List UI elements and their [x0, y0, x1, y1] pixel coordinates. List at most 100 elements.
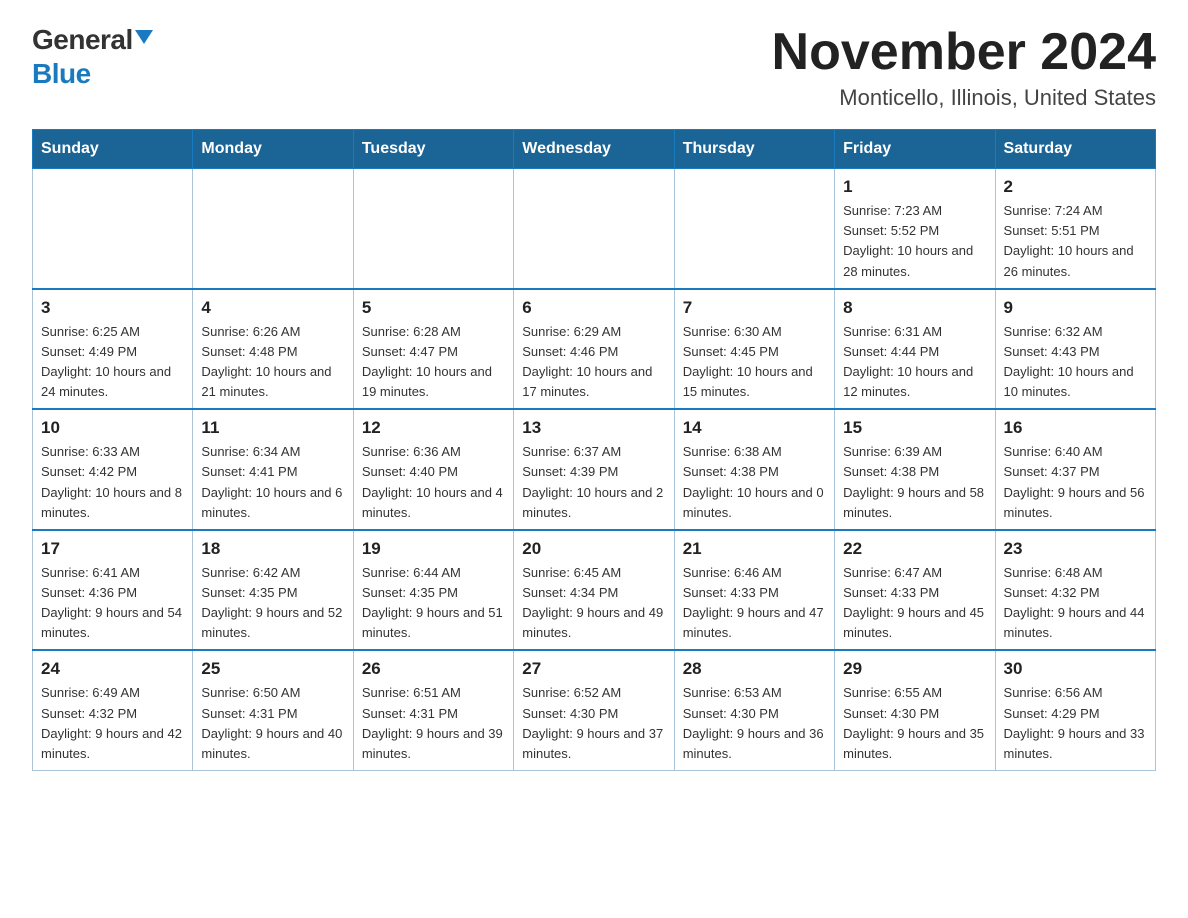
day-info: Sunrise: 6:41 AMSunset: 4:36 PMDaylight:… [41, 563, 184, 644]
day-number: 23 [1004, 539, 1147, 559]
day-number: 9 [1004, 298, 1147, 318]
day-info: Sunrise: 6:44 AMSunset: 4:35 PMDaylight:… [362, 563, 505, 644]
day-number: 22 [843, 539, 986, 559]
table-row: 21 Sunrise: 6:46 AMSunset: 4:33 PMDayligh… [674, 530, 834, 651]
day-number: 1 [843, 177, 986, 197]
day-info: Sunrise: 6:26 AMSunset: 4:48 PMDaylight:… [201, 322, 344, 403]
day-info: Sunrise: 6:55 AMSunset: 4:30 PMDaylight:… [843, 683, 986, 764]
day-info: Sunrise: 6:33 AMSunset: 4:42 PMDaylight:… [41, 442, 184, 523]
table-row: 13Sunrise: 6:37 AMSunset: 4:39 PMDayligh… [514, 409, 674, 530]
day-number: 8 [843, 298, 986, 318]
logo-triangle-icon [135, 30, 153, 44]
table-row: 8 Sunrise: 6:31 AMSunset: 4:44 PMDaylight… [835, 289, 995, 410]
table-row: 19 Sunrise: 6:44 AMSunset: 4:35 PMDayligh… [353, 530, 513, 651]
day-number: 26 [362, 659, 505, 679]
day-number: 2 [1004, 177, 1147, 197]
day-info: Sunrise: 6:31 AMSunset: 4:44 PMDaylight:… [843, 322, 986, 403]
col-thursday: Thursday [674, 130, 834, 169]
table-row: 17 Sunrise: 6:41 AMSunset: 4:36 PMDayligh… [33, 530, 193, 651]
table-row: 20 Sunrise: 6:45 AMSunset: 4:34 PMDayligh… [514, 530, 674, 651]
table-row: 4 Sunrise: 6:26 AMSunset: 4:48 PMDaylight… [193, 289, 353, 410]
logo: General Blue [32, 24, 153, 90]
table-row: 29 Sunrise: 6:55 AMSunset: 4:30 PMDayligh… [835, 650, 995, 770]
day-info: Sunrise: 6:45 AMSunset: 4:34 PMDaylight:… [522, 563, 665, 644]
table-row: 1 Sunrise: 7:23 AMSunset: 5:52 PMDaylight… [835, 169, 995, 289]
location-title: Monticello, Illinois, United States [772, 85, 1156, 111]
day-number: 21 [683, 539, 826, 559]
day-info: Sunrise: 6:53 AMSunset: 4:30 PMDaylight:… [683, 683, 826, 764]
table-row: 6Sunrise: 6:29 AMSunset: 4:46 PMDaylight… [514, 289, 674, 410]
day-number: 10 [41, 418, 184, 438]
table-row: 5Sunrise: 6:28 AMSunset: 4:47 PMDaylight… [353, 289, 513, 410]
table-row: 11 Sunrise: 6:34 AMSunset: 4:41 PMDayligh… [193, 409, 353, 530]
col-saturday: Saturday [995, 130, 1155, 169]
day-info: Sunrise: 6:30 AMSunset: 4:45 PMDaylight:… [683, 322, 826, 403]
logo-blue: Blue [32, 58, 91, 89]
table-row [514, 169, 674, 289]
day-info: Sunrise: 6:32 AMSunset: 4:43 PMDaylight:… [1004, 322, 1147, 403]
day-info: Sunrise: 6:38 AMSunset: 4:38 PMDaylight:… [683, 442, 826, 523]
month-title: November 2024 [772, 24, 1156, 81]
day-info: Sunrise: 6:36 AMSunset: 4:40 PMDaylight:… [362, 442, 505, 523]
day-number: 11 [201, 418, 344, 438]
table-row: 26 Sunrise: 6:51 AMSunset: 4:31 PMDayligh… [353, 650, 513, 770]
col-wednesday: Wednesday [514, 130, 674, 169]
table-row [353, 169, 513, 289]
logo-general: General [32, 24, 133, 56]
calendar-header-row: Sunday Monday Tuesday Wednesday Thursday… [33, 130, 1156, 169]
table-row: 3Sunrise: 6:25 AMSunset: 4:49 PMDaylight… [33, 289, 193, 410]
day-info: Sunrise: 6:40 AMSunset: 4:37 PMDaylight:… [1004, 442, 1147, 523]
table-row: 2 Sunrise: 7:24 AMSunset: 5:51 PMDaylight… [995, 169, 1155, 289]
table-row: 22Sunrise: 6:47 AMSunset: 4:33 PMDayligh… [835, 530, 995, 651]
day-info: Sunrise: 7:24 AMSunset: 5:51 PMDaylight:… [1004, 201, 1147, 282]
table-row: 25 Sunrise: 6:50 AMSunset: 4:31 PMDayligh… [193, 650, 353, 770]
table-row: 23 Sunrise: 6:48 AMSunset: 4:32 PMDayligh… [995, 530, 1155, 651]
day-number: 3 [41, 298, 184, 318]
day-info: Sunrise: 7:23 AMSunset: 5:52 PMDaylight:… [843, 201, 986, 282]
day-number: 12 [362, 418, 505, 438]
day-info: Sunrise: 6:52 AMSunset: 4:30 PMDaylight:… [522, 683, 665, 764]
day-number: 16 [1004, 418, 1147, 438]
day-info: Sunrise: 6:46 AMSunset: 4:33 PMDaylight:… [683, 563, 826, 644]
day-number: 5 [362, 298, 505, 318]
day-number: 20 [522, 539, 665, 559]
day-number: 15 [843, 418, 986, 438]
day-number: 18 [201, 539, 344, 559]
table-row [33, 169, 193, 289]
day-number: 29 [843, 659, 986, 679]
day-number: 30 [1004, 659, 1147, 679]
day-number: 14 [683, 418, 826, 438]
day-info: Sunrise: 6:50 AMSunset: 4:31 PMDaylight:… [201, 683, 344, 764]
table-row: 28 Sunrise: 6:53 AMSunset: 4:30 PMDayligh… [674, 650, 834, 770]
day-number: 19 [362, 539, 505, 559]
day-number: 25 [201, 659, 344, 679]
day-number: 4 [201, 298, 344, 318]
table-row: 10 Sunrise: 6:33 AMSunset: 4:42 PMDayligh… [33, 409, 193, 530]
table-row: 27 Sunrise: 6:52 AMSunset: 4:30 PMDayligh… [514, 650, 674, 770]
table-row: 9 Sunrise: 6:32 AMSunset: 4:43 PMDaylight… [995, 289, 1155, 410]
day-number: 17 [41, 539, 184, 559]
table-row: 14 Sunrise: 6:38 AMSunset: 4:38 PMDayligh… [674, 409, 834, 530]
table-row: 12 Sunrise: 6:36 AMSunset: 4:40 PMDayligh… [353, 409, 513, 530]
day-info: Sunrise: 6:49 AMSunset: 4:32 PMDaylight:… [41, 683, 184, 764]
day-info: Sunrise: 6:51 AMSunset: 4:31 PMDaylight:… [362, 683, 505, 764]
page-header: General Blue November 2024 Monticello, I… [32, 24, 1156, 111]
day-info: Sunrise: 6:56 AMSunset: 4:29 PMDaylight:… [1004, 683, 1147, 764]
calendar-table: Sunday Monday Tuesday Wednesday Thursday… [32, 129, 1156, 771]
table-row [674, 169, 834, 289]
day-info: Sunrise: 6:42 AMSunset: 4:35 PMDaylight:… [201, 563, 344, 644]
day-number: 7 [683, 298, 826, 318]
col-sunday: Sunday [33, 130, 193, 169]
table-row: 30 Sunrise: 6:56 AMSunset: 4:29 PMDayligh… [995, 650, 1155, 770]
day-info: Sunrise: 6:34 AMSunset: 4:41 PMDaylight:… [201, 442, 344, 523]
day-number: 13 [522, 418, 665, 438]
table-row: 15 Sunrise: 6:39 AMSunset: 4:38 PMDayligh… [835, 409, 995, 530]
day-info: Sunrise: 6:48 AMSunset: 4:32 PMDaylight:… [1004, 563, 1147, 644]
day-number: 28 [683, 659, 826, 679]
title-block: November 2024 Monticello, Illinois, Unit… [772, 24, 1156, 111]
day-info: Sunrise: 6:39 AMSunset: 4:38 PMDaylight:… [843, 442, 986, 523]
col-tuesday: Tuesday [353, 130, 513, 169]
day-number: 27 [522, 659, 665, 679]
day-number: 6 [522, 298, 665, 318]
day-number: 24 [41, 659, 184, 679]
